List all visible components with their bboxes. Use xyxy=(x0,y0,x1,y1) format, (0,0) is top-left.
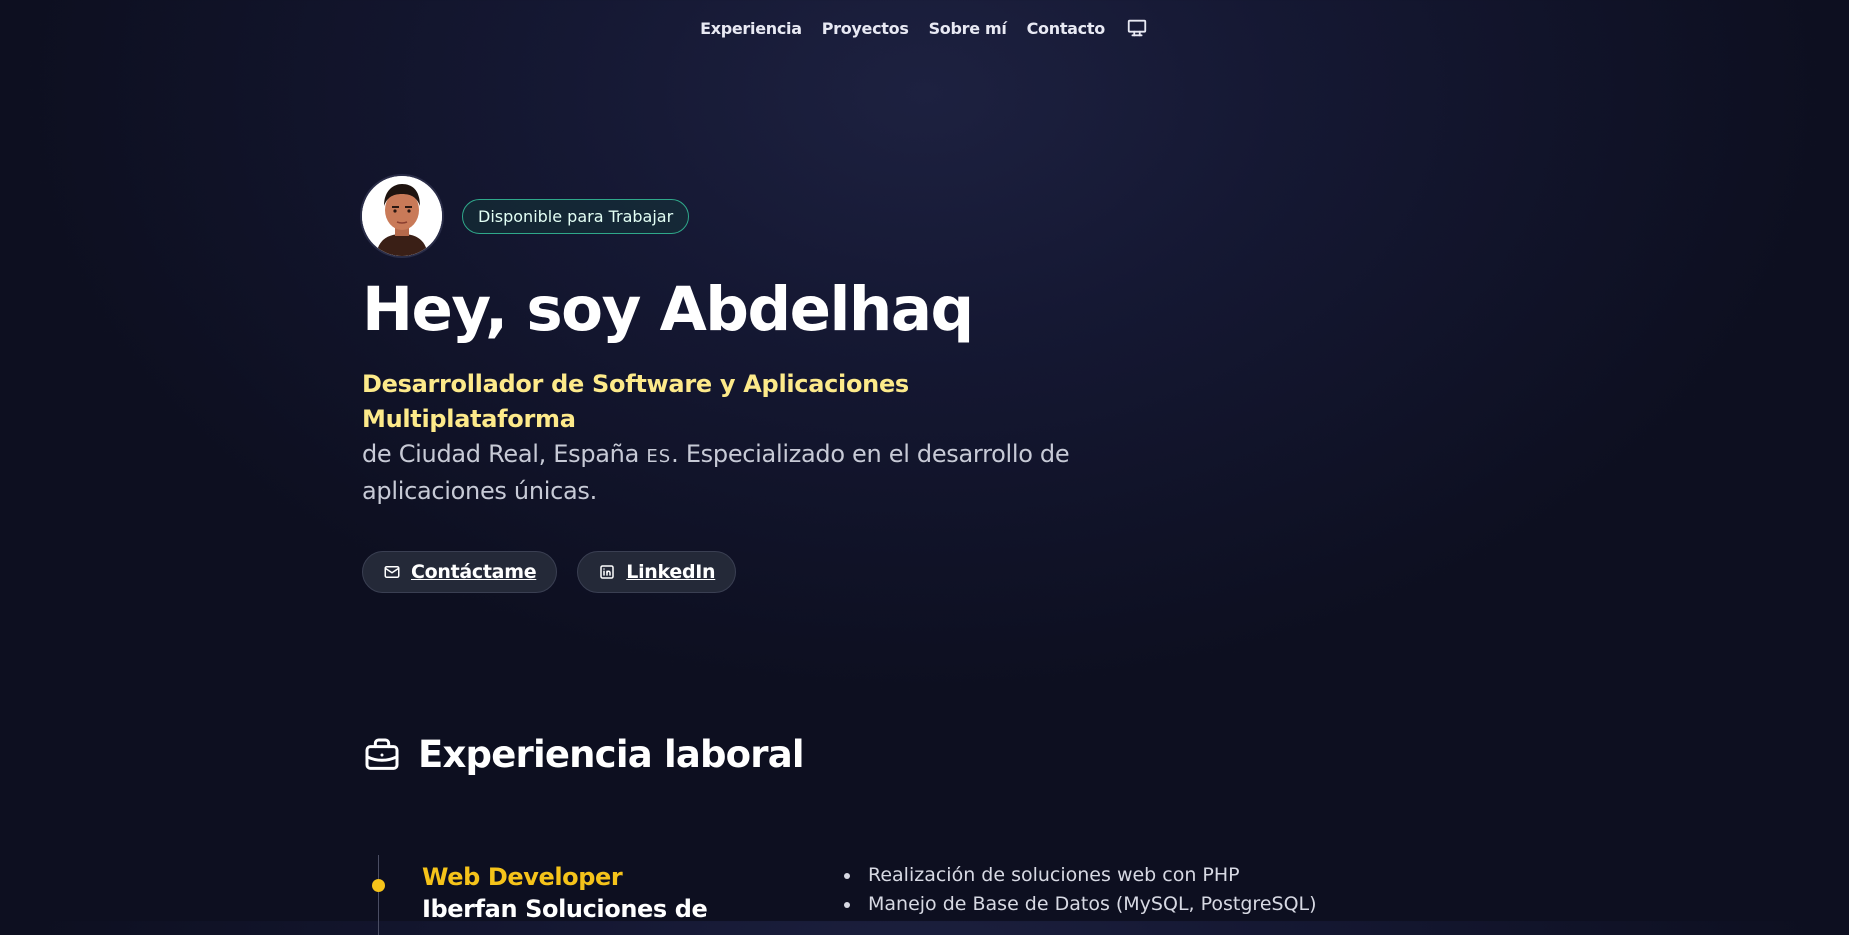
top-nav: Experiencia Proyectos Sobre mí Contacto xyxy=(0,16,1849,40)
experience-section-header: Experiencia laboral xyxy=(362,733,805,776)
hero-badge-row: Disponible para Trabajar xyxy=(362,176,1082,256)
timeline-dot xyxy=(372,879,385,892)
hero-title: Hey, soy Abdelhaq xyxy=(362,274,974,345)
linkedin-button[interactable]: LinkedIn xyxy=(577,551,737,593)
experience-title: Experiencia laboral xyxy=(418,733,805,776)
list-item: Realización de soluciones web con PHP xyxy=(842,861,1317,890)
hero-role: Desarrollador de Software y Aplicaciones… xyxy=(362,370,909,433)
avatar-portrait xyxy=(362,176,442,256)
monitor-icon xyxy=(1127,19,1147,37)
job-company: Iberfan Soluciones de xyxy=(422,895,708,923)
nav-contacto[interactable]: Contacto xyxy=(1027,19,1106,38)
status-badge: Disponible para Trabajar xyxy=(462,198,690,234)
linkedin-icon xyxy=(600,565,615,579)
job-role: Web Developer xyxy=(422,863,623,891)
job-task-list: Realización de soluciones web con PHP Ma… xyxy=(842,861,1317,919)
contact-button[interactable]: Contáctame xyxy=(362,551,558,593)
hero-location: de Ciudad Real, España xyxy=(362,440,639,468)
nav-sobre-mi[interactable]: Sobre mí xyxy=(929,19,1007,38)
linkedin-button-label: LinkedIn xyxy=(626,561,716,583)
hero-section: Disponible para Trabajar Hey, soy Abdelh… xyxy=(362,176,1082,593)
list-item: Manejo de Base de Datos (MySQL, PostgreS… xyxy=(842,890,1317,919)
hero-actions: Contáctame LinkedIn xyxy=(362,551,1082,593)
contact-button-label: Contáctame xyxy=(411,561,537,583)
briefcase-icon xyxy=(365,738,399,770)
theme-toggle-button[interactable] xyxy=(1125,16,1149,40)
avatar xyxy=(362,176,442,256)
hero-description: Desarrollador de Software y Aplicaciones… xyxy=(362,367,1082,509)
nav-proyectos[interactable]: Proyectos xyxy=(822,19,909,38)
spain-flag: ES xyxy=(646,446,672,467)
nav-experiencia[interactable]: Experiencia xyxy=(700,19,802,38)
timeline-line xyxy=(378,855,379,935)
mail-icon xyxy=(384,566,400,578)
